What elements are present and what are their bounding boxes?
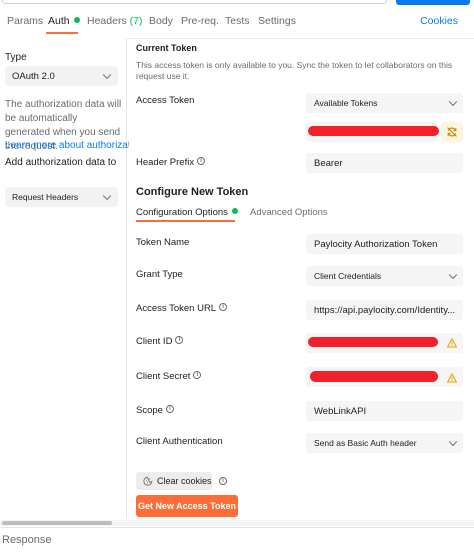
add-auth-to-value: Request Headers <box>12 192 79 202</box>
url-input[interactable] <box>2 0 387 4</box>
config-active-dot <box>231 208 238 215</box>
info-icon[interactable]: i <box>219 303 228 312</box>
auth-type-panel: Type OAuth 2.0 The authorization data wi… <box>0 38 129 518</box>
tab-configuration-options[interactable]: Configuration Options <box>136 207 238 218</box>
get-new-access-token-label: Get New Access Token <box>137 501 237 511</box>
type-label: Type <box>5 52 27 63</box>
response-label[interactable]: Response <box>2 534 52 546</box>
chevron-down-icon <box>102 70 112 80</box>
tab-prereq[interactable]: Pre-req. <box>181 15 219 27</box>
info-icon[interactable]: i <box>197 157 206 166</box>
client-secret-label: Client Secret <box>136 371 191 382</box>
tab-auth[interactable]: Auth <box>48 15 80 27</box>
grant-type-value: Client Credentials <box>314 271 382 281</box>
token-name-field[interactable]: Paylocity Authorization Token <box>306 234 463 254</box>
sync-token-button[interactable] <box>441 122 463 142</box>
client-auth-value: Send as Basic Auth header <box>314 438 417 448</box>
redaction-mark <box>308 126 439 136</box>
tab-body[interactable]: Body <box>149 15 173 27</box>
request-tabs: Params Auth Headers (7) Body Pre-req. Te… <box>0 12 474 34</box>
client-id-label-row: Client ID i <box>136 336 184 347</box>
chevron-down-icon <box>448 270 458 280</box>
tab-tests[interactable]: Tests <box>225 15 250 27</box>
client-id-label: Client ID <box>136 336 173 347</box>
scope-value: WebLinkAPI <box>314 405 367 417</box>
oauth-config-panel: Current Token This access token is only … <box>128 38 474 518</box>
tab-auth-label: Auth <box>48 15 70 27</box>
active-tab-underline <box>46 32 78 34</box>
available-tokens-value: Available Tokens <box>314 98 378 108</box>
token-name-label: Token Name <box>136 237 190 248</box>
config-tab-underline <box>136 220 235 222</box>
available-tokens-select[interactable]: Available Tokens <box>306 93 463 113</box>
learn-more-link[interactable]: Learn more about authorization <box>5 140 129 151</box>
chevron-down-icon <box>448 97 458 107</box>
warning-icon[interactable] <box>447 338 457 348</box>
grant-type-select[interactable]: Client Credentials <box>306 266 463 286</box>
access-token-url-label: Access Token URL <box>136 303 217 314</box>
scope-label-row: Scope i <box>136 405 174 416</box>
header-prefix-value: Bearer <box>314 157 343 169</box>
auth-type-select[interactable]: OAuth 2.0 <box>5 66 118 86</box>
info-icon[interactable]: i <box>193 371 202 380</box>
header-prefix-label: Header Prefix <box>136 157 195 168</box>
auth-active-dot <box>73 17 80 24</box>
headers-count-badge: (7) <box>129 15 143 27</box>
add-auth-to-select[interactable]: Request Headers <box>5 187 118 207</box>
add-auth-to-label: Add authorization data to <box>5 157 117 168</box>
header-prefix-label-row: Header Prefix i <box>136 157 206 168</box>
auth-type-value: OAuth 2.0 <box>12 70 55 82</box>
client-auth-select[interactable]: Send as Basic Auth header <box>306 433 463 453</box>
sync-icon <box>447 127 457 137</box>
tab-headers[interactable]: Headers (7) <box>87 15 142 27</box>
warning-icon[interactable] <box>447 373 457 383</box>
cookies-link[interactable]: Cookies <box>420 15 458 27</box>
tab-params[interactable]: Params <box>7 15 43 27</box>
tab-settings[interactable]: Settings <box>258 15 296 27</box>
tab-advanced-options[interactable]: Advanced Options <box>250 207 328 218</box>
client-auth-label: Client Authentication <box>136 436 223 447</box>
redaction-mark <box>310 371 438 382</box>
access-token-url-field[interactable]: https://api.paylocity.com/Identity... <box>306 300 463 320</box>
response-pane: Response <box>0 527 474 553</box>
cookie-icon <box>143 476 153 486</box>
scope-label: Scope <box>136 405 163 416</box>
access-token-url-value: https://api.paylocity.com/Identity... <box>314 304 456 316</box>
access-token-url-label-row: Access Token URL i <box>136 303 228 314</box>
url-bar-strip <box>0 0 474 6</box>
scope-field[interactable]: WebLinkAPI <box>306 401 463 421</box>
access-token-label: Access Token <box>136 95 195 106</box>
grant-type-label: Grant Type <box>136 269 183 280</box>
clear-cookies-label: Clear cookies <box>157 476 212 486</box>
tab-headers-label: Headers <box>87 15 127 27</box>
info-icon[interactable]: i <box>165 405 174 414</box>
info-icon[interactable]: i <box>219 477 227 485</box>
horizontal-scrollbar[interactable] <box>0 520 474 526</box>
chevron-down-icon <box>102 191 112 201</box>
tab-configuration-options-label: Configuration Options <box>136 207 228 218</box>
client-secret-label-row: Client Secret i <box>136 371 202 382</box>
header-prefix-field[interactable]: Bearer <box>306 153 463 173</box>
send-button[interactable] <box>396 0 470 5</box>
current-token-note: This access token is only available to y… <box>136 60 453 81</box>
scrollbar-thumb[interactable] <box>2 521 112 525</box>
info-icon[interactable]: i <box>175 336 184 345</box>
redaction-mark <box>308 337 438 347</box>
section-divider <box>128 38 474 39</box>
clear-cookies-button[interactable]: Clear cookies <box>136 472 212 490</box>
token-name-value: Paylocity Authorization Token <box>314 238 438 250</box>
get-new-access-token-button[interactable]: Get New Access Token <box>136 495 238 517</box>
configure-token-heading: Configure New Token <box>136 186 249 198</box>
chevron-down-icon <box>448 437 458 447</box>
current-token-heading: Current Token <box>136 43 197 53</box>
